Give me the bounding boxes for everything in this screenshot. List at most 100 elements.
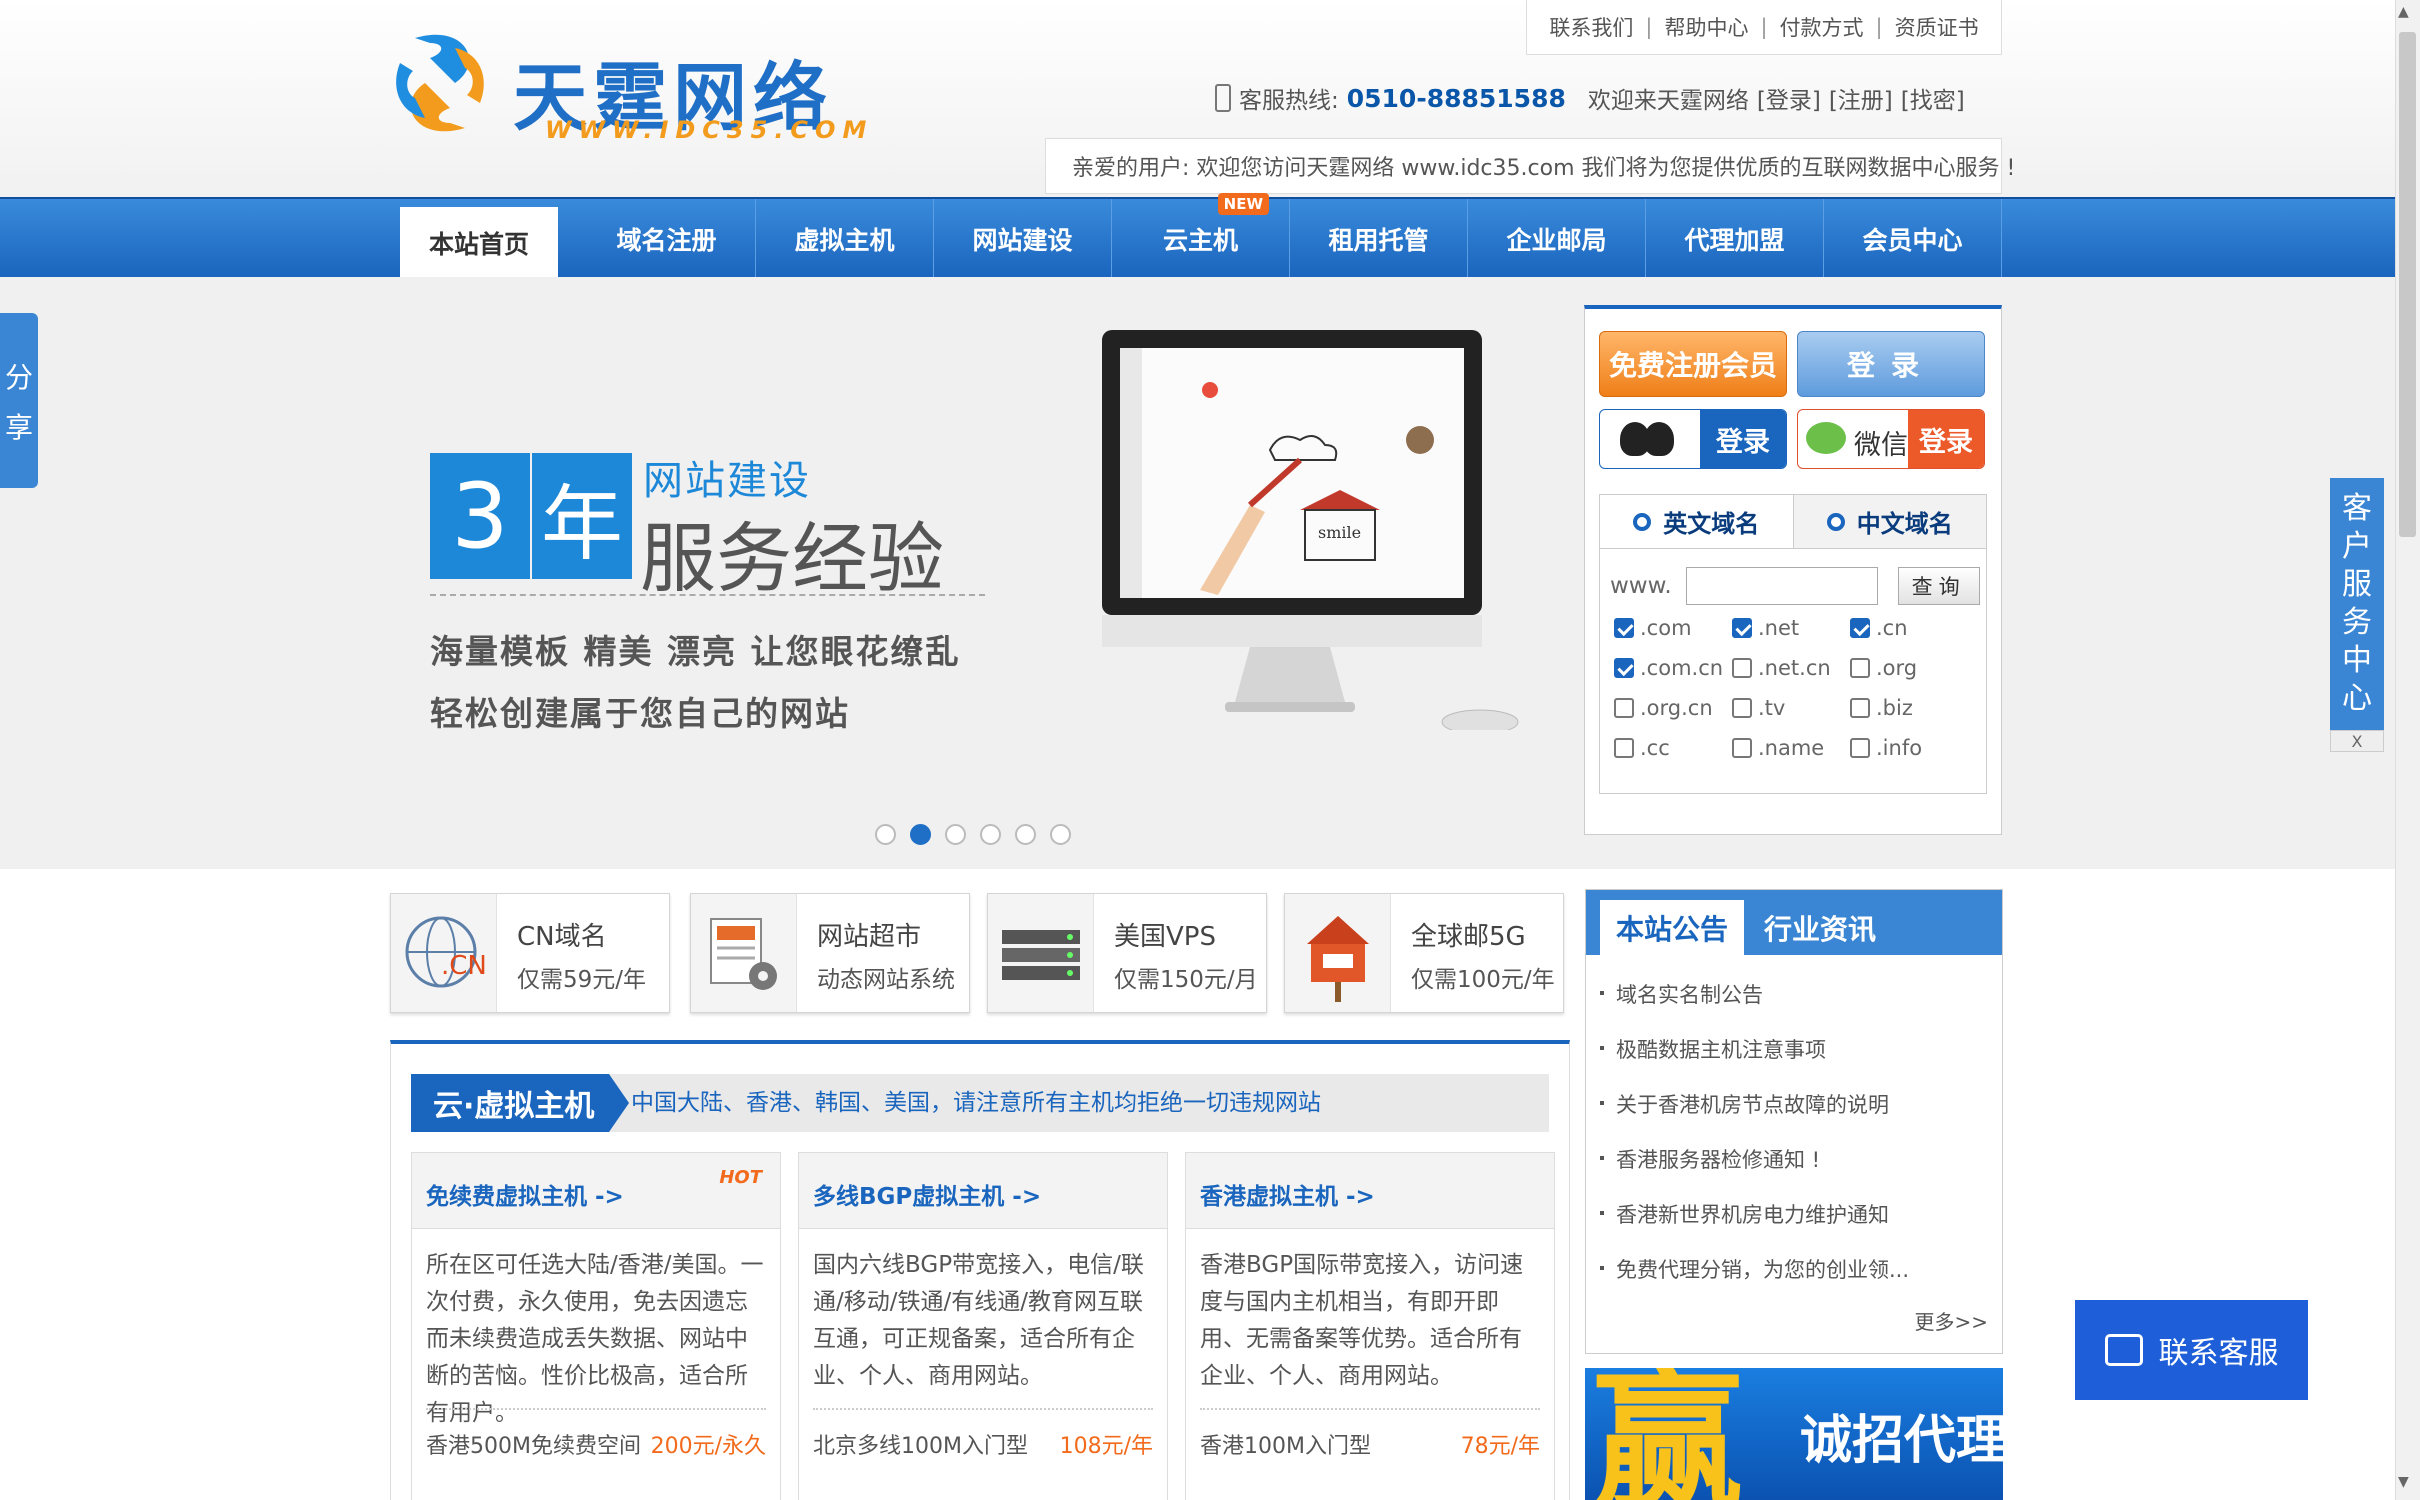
hosting-plan[interactable]: 香港500M免续费空间 [426, 1428, 641, 1460]
tld-option[interactable]: .org [1850, 655, 1968, 681]
checkbox[interactable] [1614, 658, 1634, 678]
checkbox[interactable] [1614, 738, 1634, 758]
site-logo[interactable]: 天霆网络 WWW.IDC35.COM [385, 18, 866, 144]
nav-mail[interactable]: 企业邮局 [1468, 199, 1646, 279]
notice-item[interactable]: 免费代理分销，为您的创业领... [1600, 1250, 2002, 1305]
hotline-number: 0510-88851588 [1346, 83, 1566, 113]
more-link[interactable]: 更多>> [1914, 1306, 1988, 1335]
product-card-website[interactable]: 网站超市 动态网站系统 [690, 893, 970, 1013]
nav-web-build[interactable]: 网站建设 [934, 199, 1112, 279]
divider [430, 594, 985, 596]
hosting-card-title[interactable]: 免续费虚拟主机 -> [426, 1184, 624, 1210]
checkbox[interactable] [1850, 618, 1870, 638]
service-tab-char: 服 [2342, 567, 2372, 602]
tld-option[interactable]: .net [1732, 615, 1850, 641]
domain-input[interactable] [1685, 567, 1878, 605]
top-link-certificate[interactable]: 资质证书 [1895, 12, 1979, 42]
agent-banner-text: 诚招代理 [1800, 1411, 2003, 1471]
notice-item[interactable]: 极酷数据主机注意事项 [1600, 1030, 2002, 1085]
agent-banner-graphic: 赢 [1593, 1368, 1744, 1500]
nav-agent[interactable]: 代理加盟 [1646, 199, 1824, 279]
scrollbar-thumb[interactable] [2399, 32, 2416, 537]
nav-home[interactable]: 本站首页 [400, 207, 558, 279]
checkbox[interactable] [1732, 698, 1752, 718]
welcome-text: 欢迎来天霆网络 [1587, 88, 1749, 114]
hosting-card-desc: 所在区可任选大陆/香港/美国。一次付费，永久使用，免去因遗忘而未续费造成丢失数据… [426, 1252, 764, 1426]
slide-dot-active[interactable] [910, 824, 931, 845]
service-close-button[interactable]: X [2330, 730, 2384, 752]
tab-english-domain[interactable]: 英文域名 [1600, 495, 1794, 548]
hosting-card-title[interactable]: 多线BGP虚拟主机 -> [813, 1184, 1041, 1210]
find-password-link[interactable]: [找密] [1901, 81, 1965, 115]
nav-domain[interactable]: 域名注册 [578, 199, 756, 279]
hosting-plan[interactable]: 香港100M入门型 [1200, 1428, 1371, 1460]
tld-option[interactable]: .cn [1850, 615, 1968, 641]
nav-member[interactable]: 会员中心 [1824, 199, 2002, 279]
hosting-card-title[interactable]: 香港虚拟主机 -> [1200, 1184, 1375, 1210]
contact-service-button[interactable]: 联系客服 [2075, 1300, 2308, 1400]
checkbox[interactable] [1614, 618, 1634, 638]
checkbox[interactable] [1850, 738, 1870, 758]
screen-text: smile [1318, 523, 1361, 542]
register-link[interactable]: [注册] [1829, 81, 1893, 115]
hosting-plan[interactable]: 北京多线100M入门型 [813, 1428, 1028, 1460]
checkbox[interactable] [1850, 698, 1870, 718]
product-card-cn-domain[interactable]: .CN CN域名 仅需59元/年 [390, 893, 670, 1013]
tab-chinese-domain[interactable]: 中文域名 [1793, 495, 1986, 548]
tld-option[interactable]: .com.cn [1614, 655, 1732, 681]
slide-dot[interactable] [1015, 824, 1036, 845]
notice-item[interactable]: 香港新世界机房电力维护通知 [1600, 1195, 2002, 1250]
tld-option[interactable]: .tv [1732, 695, 1850, 721]
scroll-down-icon[interactable]: ▼ [2398, 1474, 2416, 1492]
product-card-us-vps[interactable]: 美国VPS 仅需150元/月 [987, 893, 1267, 1013]
hosting-card[interactable]: 多线BGP虚拟主机 -> 国内六线BGP带宽接入，电信/联通/移动/铁通/有线通… [798, 1152, 1168, 1500]
register-button[interactable]: 免费注册会员 [1599, 331, 1787, 397]
top-link-payment[interactable]: 付款方式 [1780, 12, 1864, 42]
tld-option[interactable]: .net.cn [1732, 655, 1850, 681]
wechat-login-button[interactable]: 微信 登录 [1797, 409, 1985, 469]
nav-virtual-host[interactable]: 虚拟主机 [756, 199, 934, 279]
slide-dot[interactable] [875, 824, 896, 845]
tld-option[interactable]: .biz [1850, 695, 1968, 721]
hosting-card[interactable]: 免续费虚拟主机 -> HOT 所在区可任选大陆/香港/美国。一次付费，永久使用，免… [411, 1152, 781, 1500]
nav-rental[interactable]: 租用托管 [1290, 199, 1468, 279]
checkbox[interactable] [1732, 658, 1752, 678]
checkbox[interactable] [1732, 618, 1752, 638]
checkbox[interactable] [1614, 698, 1634, 718]
login-link[interactable]: [登录] [1757, 81, 1821, 115]
tld-option[interactable]: .info [1850, 735, 1968, 761]
hosting-note: 中国大陆、香港、韩国、美国，请注意所有主机均拒绝一切违规网站 [631, 1090, 1321, 1116]
notice-item[interactable]: 关于香港机房节点故障的说明 [1600, 1085, 2002, 1140]
notice-item[interactable]: 香港服务器检修通知 ! [1600, 1140, 2002, 1195]
nav-cloud-host[interactable]: 云主机 NEW [1112, 193, 1290, 279]
agent-recruit-banner[interactable]: 赢 诚招代理 [1585, 1368, 2003, 1500]
login-button[interactable]: 登录 [1797, 331, 1985, 397]
tab-site-notice[interactable]: 本站公告 [1600, 900, 1745, 955]
checkbox[interactable] [1732, 738, 1752, 758]
slide-dot[interactable] [945, 824, 966, 845]
tab-industry-news[interactable]: 行业资讯 [1748, 900, 1892, 955]
top-link-help[interactable]: 帮助中心 [1664, 12, 1748, 42]
login-domain-box: 免费注册会员 登录 登录 微信 登录 英文域名 中文域名 www. 查询 .co… [1584, 305, 2002, 835]
tld-option[interactable]: .name [1732, 735, 1850, 761]
customer-service-tab[interactable]: 客户服务中心 [2330, 478, 2384, 730]
notice-item[interactable]: 域名实名制公告 [1600, 975, 2002, 1030]
wechat-icon [1806, 422, 1846, 454]
www-prefix: www. [1610, 573, 1672, 599]
product-card-global-mail[interactable]: 全球邮5G 仅需100元/年 [1284, 893, 1564, 1013]
query-button[interactable]: 查询 [1897, 567, 1980, 605]
tld-option[interactable]: .cc [1614, 735, 1732, 761]
tld-option[interactable]: .com [1614, 615, 1732, 641]
server-icon [988, 894, 1094, 1012]
banner-number: 3 [430, 453, 530, 579]
hosting-card[interactable]: 香港虚拟主机 -> 香港BGP国际带宽接入，访问速度与国内主机相当，有即开即用、… [1185, 1152, 1555, 1500]
checkbox[interactable] [1850, 658, 1870, 678]
qq-login-button[interactable]: 登录 [1599, 409, 1787, 469]
top-link-contact[interactable]: 联系我们 [1549, 12, 1633, 42]
scroll-up-icon[interactable]: ▲ [2398, 4, 2416, 22]
slide-dot[interactable] [980, 824, 1001, 845]
hosting-title: 云·虚拟主机 [411, 1074, 629, 1132]
share-tab[interactable]: 分 享 [0, 313, 38, 488]
slide-dot[interactable] [1050, 824, 1071, 845]
tld-option[interactable]: .org.cn [1614, 695, 1732, 721]
